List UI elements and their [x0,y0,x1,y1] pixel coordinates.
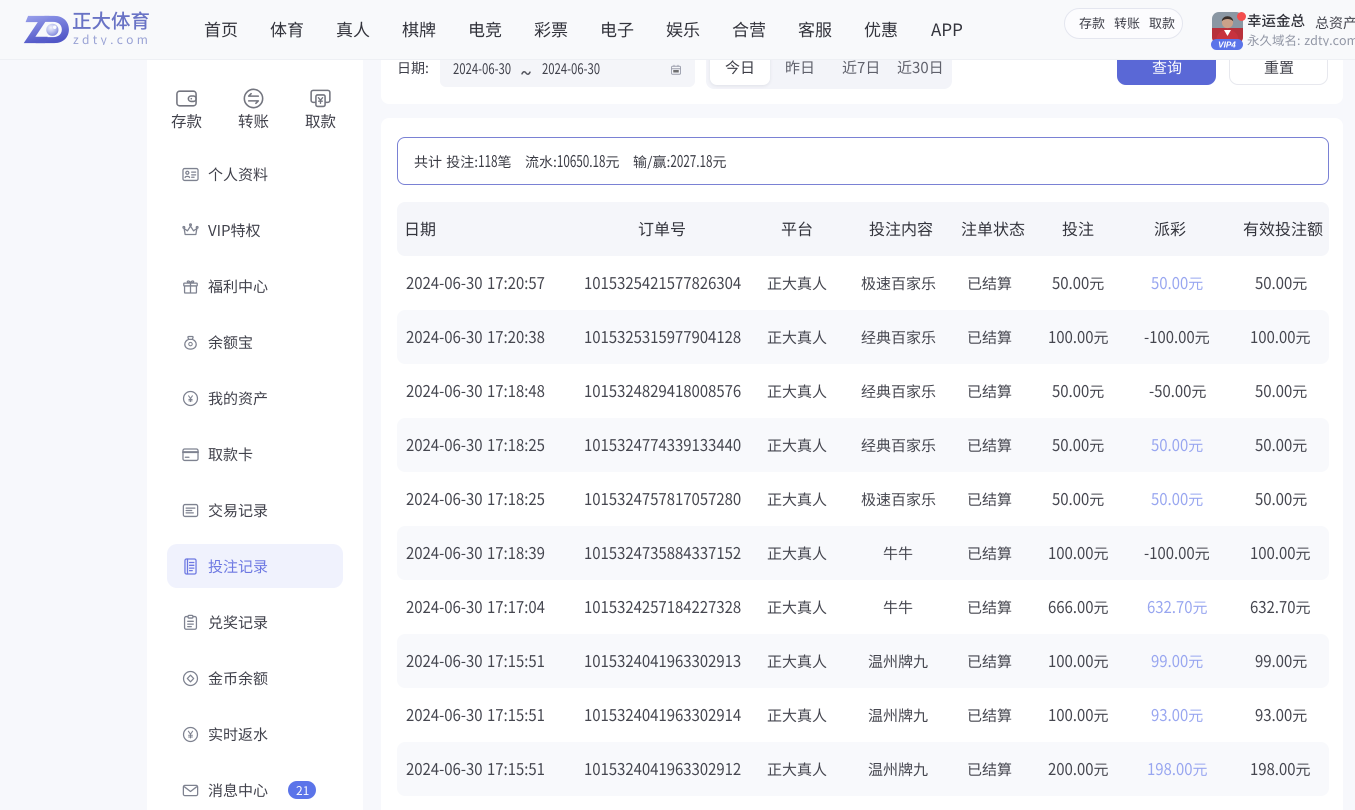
svg-text:VIP4: VIP4 [1218,41,1236,50]
